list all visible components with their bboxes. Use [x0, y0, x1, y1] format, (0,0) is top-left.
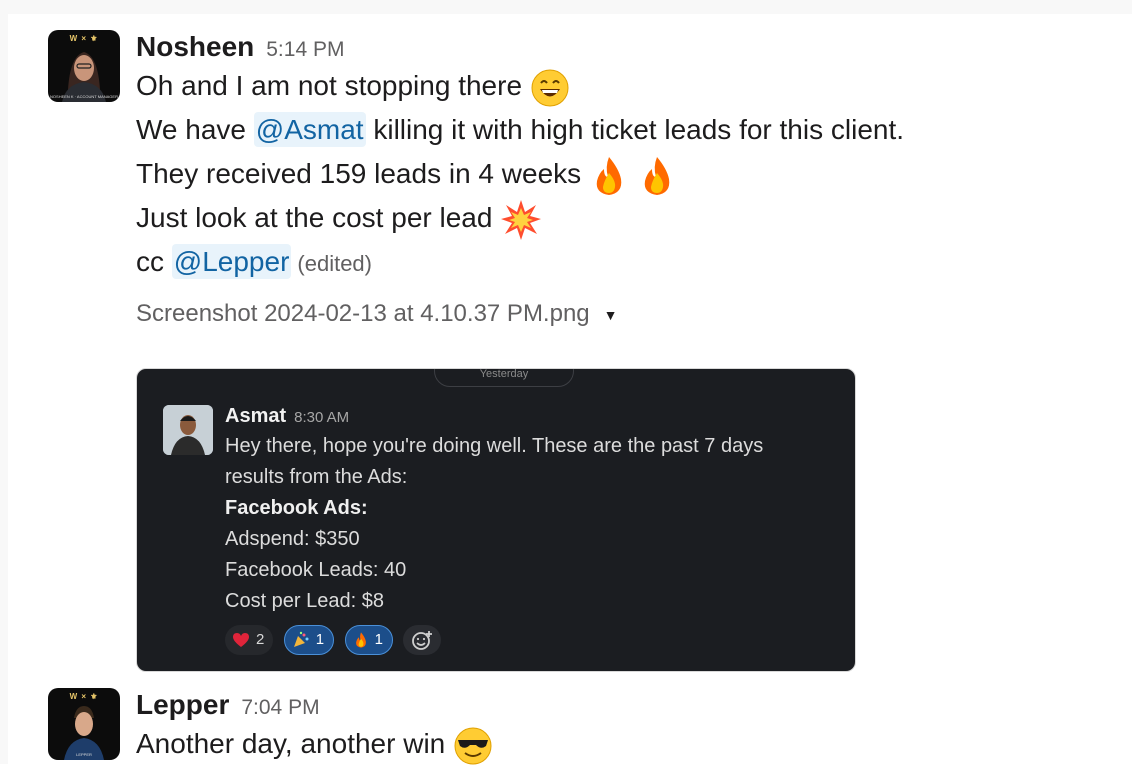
fire-icon: [355, 632, 366, 648]
avatar-lepper[interactable]: W × ⚜ LEPPER: [48, 688, 120, 760]
grinning-face-icon: [531, 69, 569, 107]
message-line: Just look at the cost per lead: [136, 196, 1096, 240]
message-header: Lepper 7:04 PM: [136, 688, 1096, 722]
fire-icon: [644, 156, 669, 195]
message-line: Oh and I am not stopping there: [136, 64, 1096, 108]
reaction-heart: 2: [225, 625, 274, 655]
screenshot-reactions: 2 1 1: [225, 625, 442, 657]
message-body: Lepper 7:04 PM Another day, another win: [136, 688, 1096, 766]
message-text: They received 159 leads in 4 weeks: [136, 158, 582, 189]
attachment-image[interactable]: Yesterday Asmat 8:30 AM Hey there, hope y…: [136, 368, 856, 672]
message-line: They received 159 leads in 4 weeks: [136, 152, 1096, 196]
reaction-party-popper: 1: [283, 625, 335, 655]
timestamp[interactable]: 5:14 PM: [266, 38, 344, 61]
message-line: cc @Lepper (edited): [136, 240, 1096, 284]
avatar-nosheen[interactable]: W × ⚜ NOSHEEN K · ACCOUNT MANAGER: [48, 30, 120, 102]
chevron-down-icon[interactable]: ▼: [604, 307, 618, 323]
message-text: We have: [136, 114, 254, 145]
edited-label: (edited): [297, 251, 372, 276]
message-text: Oh and I am not stopping there: [136, 70, 523, 101]
screenshot-message: Asmat 8:30 AM Hey there, hope you're doin…: [225, 401, 835, 617]
person-portrait-icon: [163, 405, 213, 455]
avatar-asmat: [163, 405, 213, 455]
date-divider-label: Yesterday: [479, 368, 529, 380]
screenshot-line: Cost per Lead: $8: [225, 590, 384, 612]
person-portrait-icon: [64, 706, 104, 760]
message-text: Just look at the cost per lead: [136, 202, 493, 233]
screenshot-line: Facebook Ads:: [225, 497, 368, 519]
reaction-count: 1: [374, 631, 383, 649]
message-body: Nosheen 5:14 PM Oh and I am not stopping …: [136, 30, 1096, 672]
message-line: Another day, another win: [136, 722, 1096, 766]
screenshot-timestamp: 8:30 AM: [294, 409, 350, 426]
screenshot-line: Hey there, hope you're doing well. These…: [225, 435, 764, 457]
screenshot-line: Facebook Leads: 40: [225, 559, 407, 581]
screenshot-author: Asmat: [225, 405, 287, 427]
message-line: We have @Asmat killing it with high tick…: [136, 108, 1096, 152]
add-reaction-icon: [403, 625, 442, 655]
message-header: Nosheen 5:14 PM: [136, 30, 1096, 64]
reaction-count: 2: [256, 631, 265, 649]
left-strip: [0, 14, 8, 764]
party-popper-icon: [293, 631, 309, 648]
heart-icon: [233, 633, 249, 648]
attachment-header[interactable]: Screenshot 2024-02-13 at 4.10.37 PM.png ▼: [136, 294, 1096, 334]
collision-icon: [501, 199, 542, 240]
message-text: Another day, another win: [136, 728, 446, 759]
timestamp[interactable]: 7:04 PM: [241, 696, 319, 719]
reaction-count: 1: [315, 631, 325, 649]
person-portrait-icon: [62, 52, 106, 102]
author-name[interactable]: Nosheen: [136, 31, 254, 62]
avatar-caption: LEPPER: [76, 752, 92, 757]
reaction-fire: 1: [344, 625, 393, 655]
smiling-face-with-sunglasses-icon: [454, 727, 492, 765]
author-name[interactable]: Lepper: [136, 689, 229, 720]
screenshot-line: results from the Ads:: [225, 466, 408, 488]
message-text: killing it with high ticket leads for th…: [365, 114, 905, 145]
top-strip: [0, 0, 1132, 14]
screenshot-line: Adspend: $350: [225, 528, 360, 550]
mention-lepper[interactable]: @Lepper: [171, 244, 292, 279]
screenshot-header: Asmat 8:30 AM: [225, 401, 835, 431]
mention-asmat[interactable]: @Asmat: [253, 112, 366, 147]
avatar-caption: NOSHEEN K · ACCOUNT MANAGER: [50, 94, 118, 99]
message-text: cc: [136, 246, 172, 277]
attachment-filename[interactable]: Screenshot 2024-02-13 at 4.10.37 PM.png: [136, 300, 590, 327]
fire-icon: [596, 156, 622, 195]
date-divider-pill: Yesterday: [434, 368, 574, 387]
smiley-plus-icon: [412, 631, 433, 650]
